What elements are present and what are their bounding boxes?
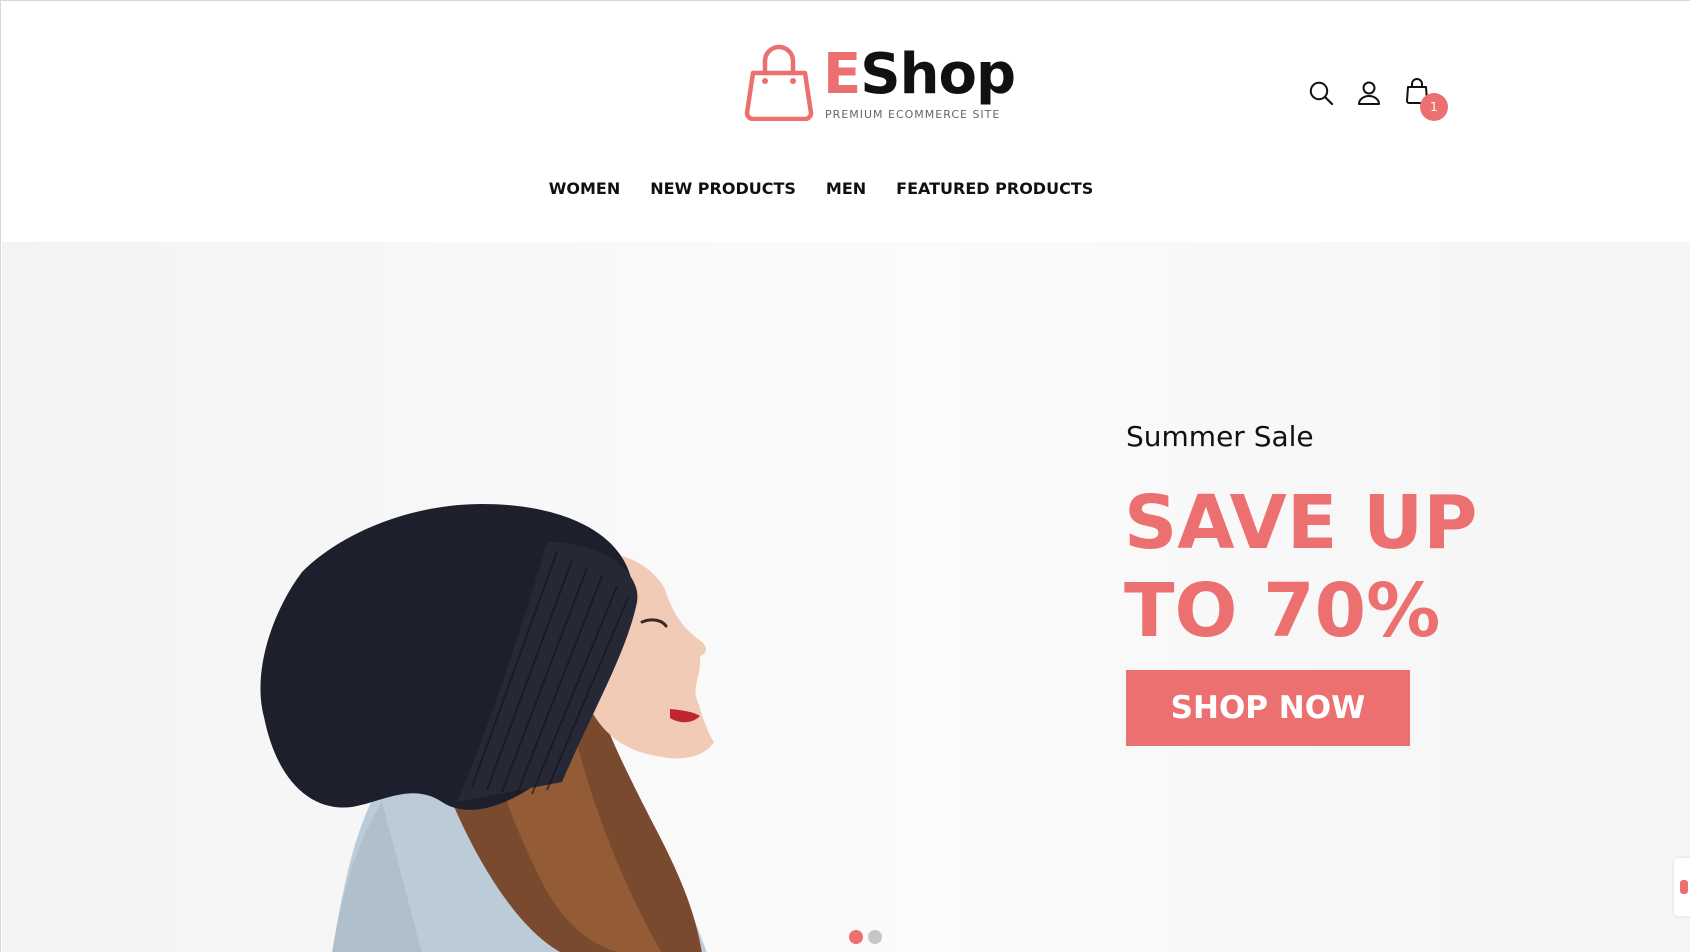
logo-tagline: PREMIUM ECOMMERCE SITE <box>825 108 1001 121</box>
slider-dot-1[interactable] <box>849 930 863 944</box>
page: EShop PREMIUM ECOMMERCE SITE 1 WOMEN NEW… <box>0 0 1690 952</box>
logo-wordmark: EShop <box>823 42 1016 107</box>
logo-initial: E <box>823 42 861 107</box>
shop-now-button[interactable]: SHOP NOW <box>1126 670 1410 746</box>
hero-kicker: Summer Sale <box>1126 420 1314 453</box>
user-icon <box>1358 81 1380 105</box>
search-icon <box>1309 81 1334 106</box>
hero-model-image <box>260 504 714 952</box>
slider-dot-2[interactable] <box>868 930 882 944</box>
main-nav: WOMEN NEW PRODUCTS MEN FEATURED PRODUCTS <box>1 179 1690 198</box>
slider-pagination <box>849 930 882 944</box>
shopping-bag-logo-icon <box>744 44 814 121</box>
gear-icon <box>1680 880 1688 894</box>
settings-side-tab[interactable] <box>1674 858 1690 916</box>
site-header: EShop PREMIUM ECOMMERCE SITE 1 WOMEN NEW… <box>1 1 1690 242</box>
logo-rest: Shop <box>860 42 1016 107</box>
nav-item-men[interactable]: MEN <box>826 179 866 198</box>
cart-count-badge: 1 <box>1420 93 1448 121</box>
search-button[interactable] <box>1301 73 1341 113</box>
account-button[interactable] <box>1349 73 1389 113</box>
nav-item-new-products[interactable]: NEW PRODUCTS <box>650 179 796 198</box>
site-logo[interactable]: EShop PREMIUM ECOMMERCE SITE <box>743 39 1016 127</box>
nav-item-women[interactable]: WOMEN <box>549 179 621 198</box>
hero-headline-line-2: TO 70% <box>1124 568 1441 654</box>
hero-headline-line-1: SAVE UP <box>1124 480 1478 566</box>
nav-item-featured-products[interactable]: FEATURED PRODUCTS <box>896 179 1093 198</box>
hero-headline: SAVE UP TO 70% <box>1124 479 1477 655</box>
